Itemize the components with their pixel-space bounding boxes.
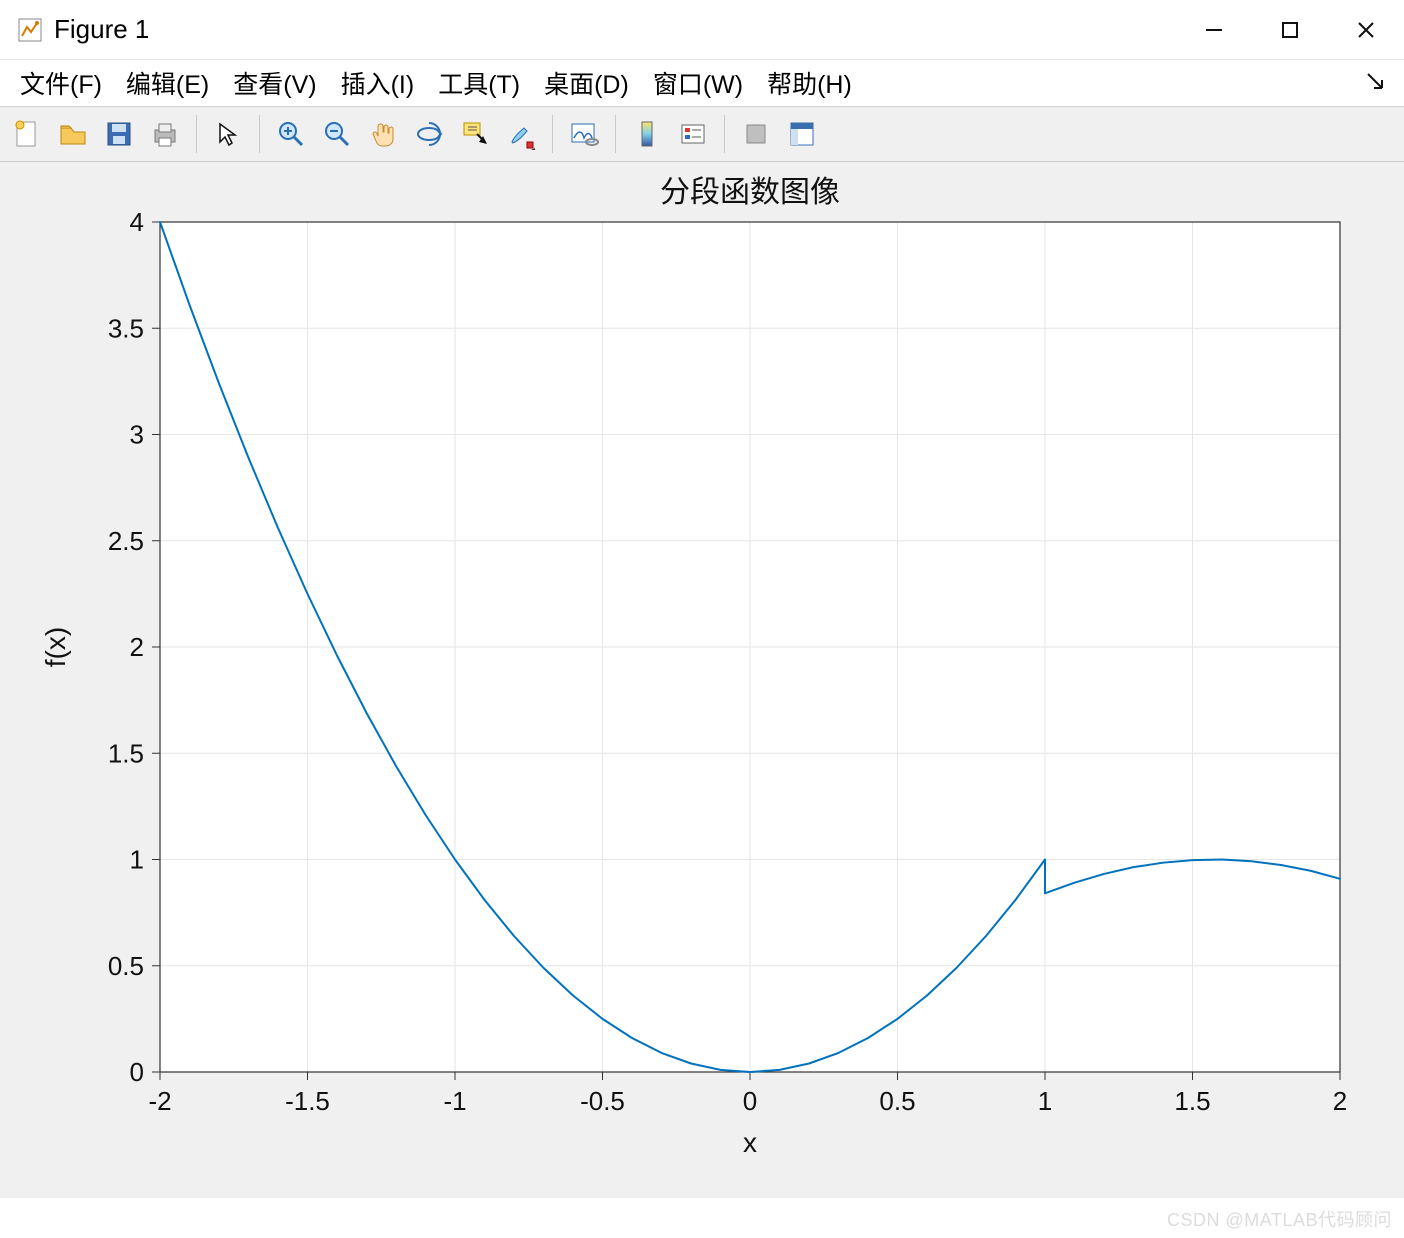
svg-text:f(x): f(x) <box>40 627 71 667</box>
svg-text:0: 0 <box>743 1086 757 1116</box>
svg-text:3: 3 <box>130 420 144 450</box>
svg-text:1: 1 <box>1038 1086 1052 1116</box>
open-file-button[interactable] <box>52 113 94 155</box>
matlab-figure-icon <box>18 18 42 42</box>
menu-view[interactable]: 查看(V) <box>223 61 326 105</box>
svg-text:-1.5: -1.5 <box>285 1086 330 1116</box>
toolbar-separator <box>196 115 197 153</box>
window-title: Figure 1 <box>54 14 149 45</box>
svg-text:0: 0 <box>130 1057 144 1087</box>
close-button[interactable] <box>1328 0 1404 60</box>
brush-button[interactable] <box>500 113 542 155</box>
show-plot-tools-button[interactable] <box>781 113 823 155</box>
menu-tools[interactable]: 工具(T) <box>428 61 530 105</box>
toolbar-separator <box>259 115 260 153</box>
menu-insert[interactable]: 插入(I) <box>331 61 425 105</box>
menu-desktop[interactable]: 桌面(D) <box>534 61 639 105</box>
menu-file[interactable]: 文件(F) <box>10 61 112 105</box>
link-plots-button[interactable] <box>563 113 605 155</box>
colorbar-button[interactable] <box>626 113 668 155</box>
toolbar-separator <box>724 115 725 153</box>
new-figure-button[interactable] <box>6 113 48 155</box>
undock-arrow-icon[interactable] <box>1366 72 1384 95</box>
svg-text:1.5: 1.5 <box>1174 1086 1210 1116</box>
svg-text:0.5: 0.5 <box>108 951 144 981</box>
svg-text:1.5: 1.5 <box>108 738 144 768</box>
svg-text:3.5: 3.5 <box>108 313 144 343</box>
rotate-3d-button[interactable] <box>408 113 450 155</box>
minimize-button[interactable] <box>1176 0 1252 60</box>
svg-text:4: 4 <box>130 207 144 237</box>
svg-text:x: x <box>743 1127 757 1158</box>
svg-text:2: 2 <box>1333 1086 1347 1116</box>
hide-plot-tools-button[interactable] <box>735 113 777 155</box>
zoom-out-button[interactable] <box>316 113 358 155</box>
svg-text:-2: -2 <box>148 1086 171 1116</box>
pan-button[interactable] <box>362 113 404 155</box>
svg-text:-0.5: -0.5 <box>580 1086 625 1116</box>
data-cursor-button[interactable] <box>454 113 496 155</box>
titlebar: Figure 1 <box>0 0 1404 60</box>
legend-button[interactable] <box>672 113 714 155</box>
svg-text:-1: -1 <box>443 1086 466 1116</box>
svg-text:分段函数图像: 分段函数图像 <box>660 176 840 209</box>
svg-text:2.5: 2.5 <box>108 526 144 556</box>
menu-edit[interactable]: 编辑(E) <box>116 61 219 105</box>
toolbar <box>0 106 1404 162</box>
svg-text:2: 2 <box>130 632 144 662</box>
svg-text:0.5: 0.5 <box>879 1086 915 1116</box>
toolbar-separator <box>615 115 616 153</box>
print-button[interactable] <box>144 113 186 155</box>
menubar: 文件(F) 编辑(E) 查看(V) 插入(I) 工具(T) 桌面(D) 窗口(W… <box>0 60 1404 106</box>
save-button[interactable] <box>98 113 140 155</box>
menu-help[interactable]: 帮助(H) <box>757 61 862 105</box>
axes[interactable]: -2 -1.5 -1 -0.5 0 0.5 1 1.5 2 0 0.5 1 1.5 2 2.5 3 3.5 4 分段… <box>0 162 1404 1198</box>
watermark-text: CSDN @MATLAB代码顾问 <box>1167 1206 1392 1232</box>
menu-window[interactable]: 窗口(W) <box>643 61 753 105</box>
pointer-button[interactable] <box>207 113 249 155</box>
toolbar-separator <box>552 115 553 153</box>
maximize-button[interactable] <box>1252 0 1328 60</box>
svg-text:1: 1 <box>130 845 144 875</box>
zoom-in-button[interactable] <box>270 113 312 155</box>
axes-container: -2 -1.5 -1 -0.5 0 0.5 1 1.5 2 0 0.5 1 1.5 2 2.5 3 3.5 4 分段… <box>0 162 1404 1198</box>
